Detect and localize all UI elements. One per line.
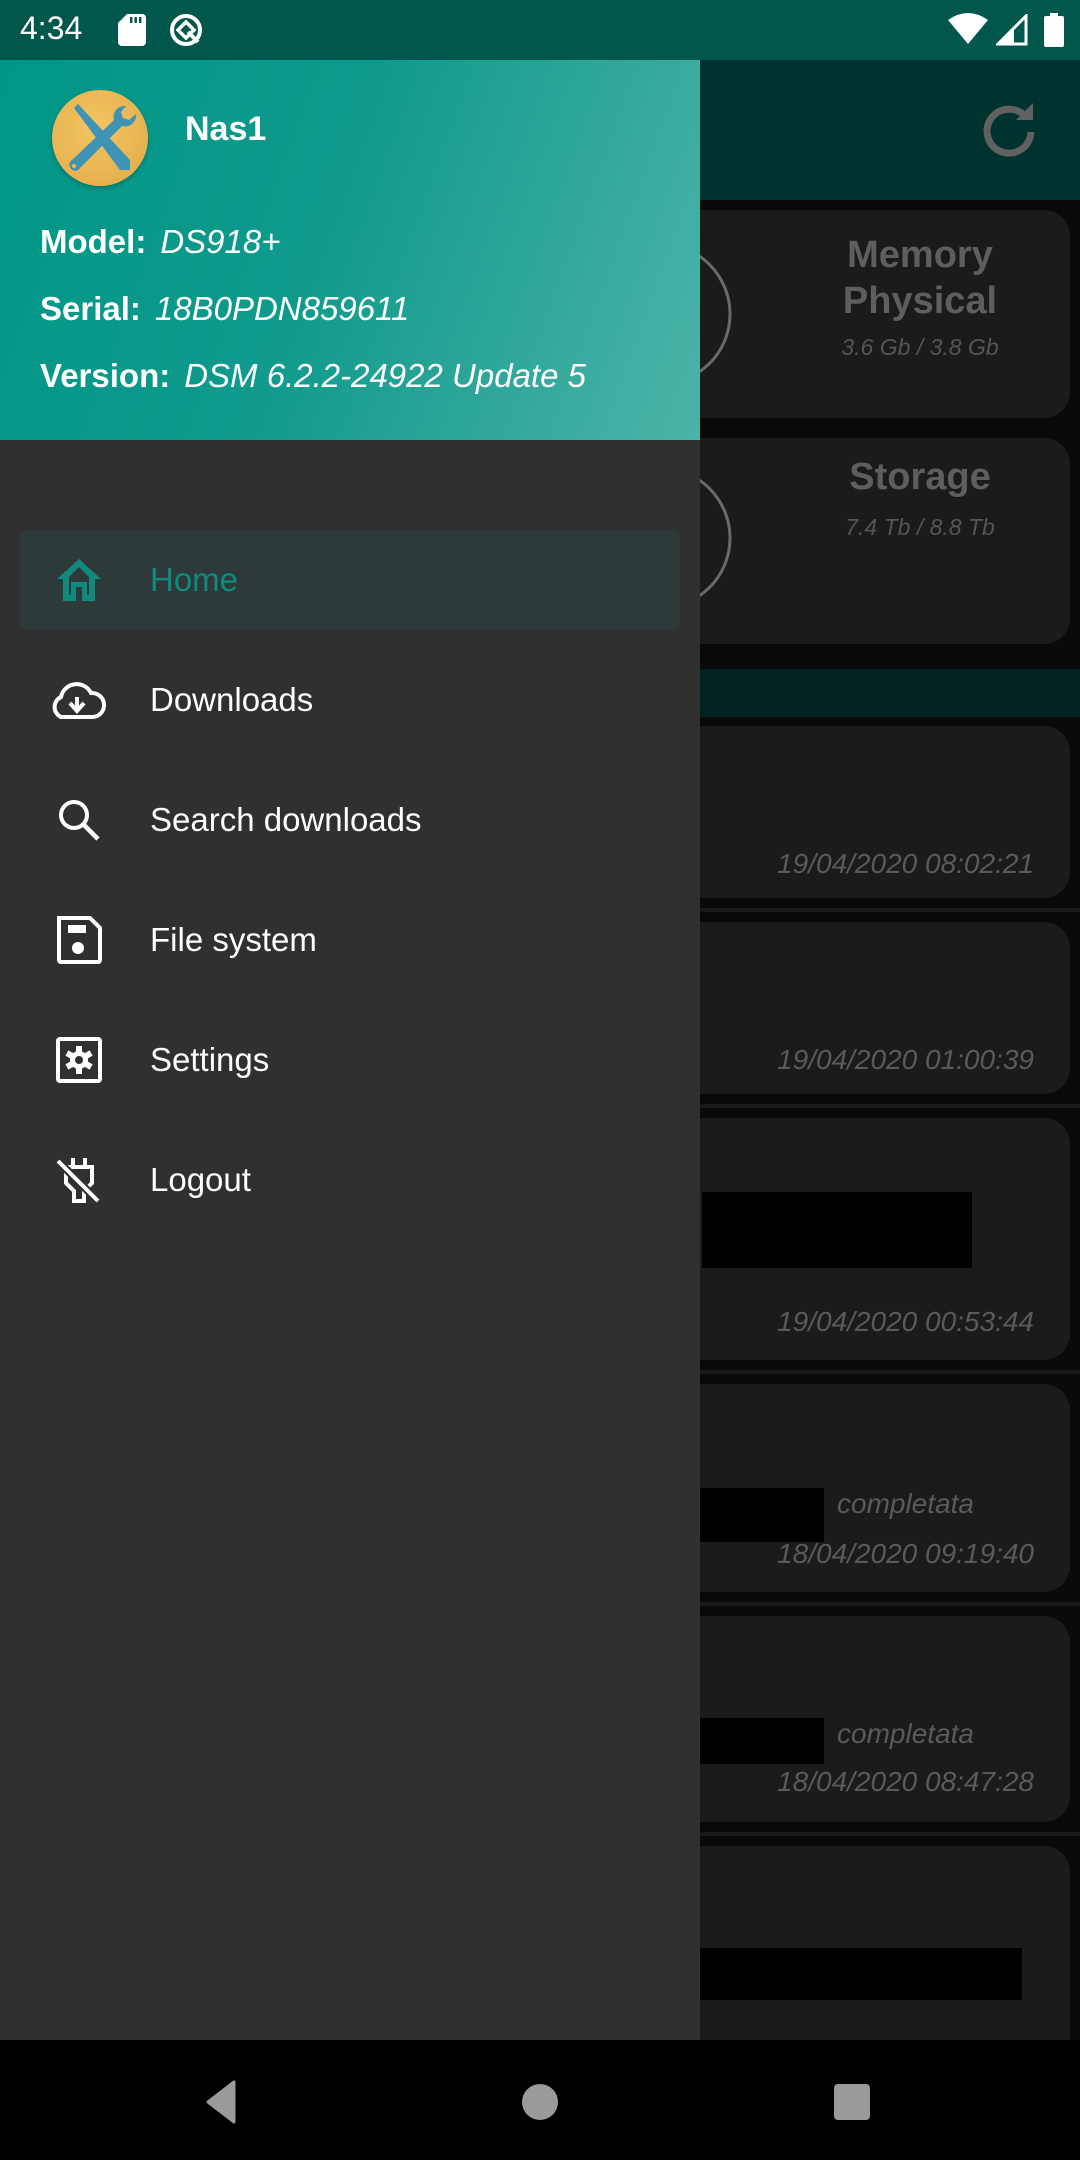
menu-label: Search downloads: [150, 801, 422, 838]
menu-label: File system: [150, 921, 317, 958]
menu-item-settings[interactable]: Settings: [20, 1010, 680, 1110]
info-value: DSM 6.2.2-24922 Update 5: [184, 357, 586, 394]
menu-item-logout[interactable]: Logout: [20, 1130, 680, 1230]
search-icon: [59, 800, 100, 841]
info-label: Version:: [40, 357, 171, 394]
status-bar: 4:34: [0, 0, 1080, 60]
redacted-size: [698, 1718, 824, 1764]
divider: [640, 908, 1080, 912]
info-model: Model: DS918+: [40, 223, 281, 261]
gauge-title: Storage: [849, 456, 991, 498]
redacted-filename: [702, 1192, 972, 1268]
settings-box-icon: [56, 1037, 102, 1083]
menu-item-file-system[interactable]: File system: [20, 890, 680, 990]
download-timestamp: 18/04/2020 09:19:40: [777, 1538, 1034, 1569]
download-card[interactable]: 19/04/2020 08:02:21: [640, 726, 1070, 898]
tools-icon: [52, 90, 148, 186]
info-value: DS918+: [160, 223, 281, 260]
back-icon[interactable]: [200, 2078, 248, 2126]
cell-signal-icon: [996, 14, 1028, 46]
divider: [640, 1832, 1080, 1836]
navigation-drawer: Nas1 Model: DS918+ Serial: 18B0PDN859611 V…: [0, 60, 700, 2040]
downloads-section-header: [640, 669, 1080, 717]
wifi-icon: [948, 13, 988, 44]
device-name: Nas1: [185, 110, 267, 148]
redacted-filename: [700, 1948, 1022, 2000]
download-card[interactable]: 19/04/2020 00:53:44: [640, 1118, 1070, 1360]
download-status: completata: [837, 1488, 974, 1519]
refresh-icon[interactable]: [978, 98, 1040, 160]
gauge-title: Memory Physical: [842, 234, 998, 322]
gauge-value: 3.6 Gb / 3.8 Gb: [841, 334, 999, 360]
download-card[interactable]: completata 18/04/2020 09:19:40: [640, 1384, 1070, 1592]
menu-label: Downloads: [150, 681, 314, 718]
info-label: Model:: [40, 223, 147, 260]
download-status: completata: [837, 1718, 974, 1749]
info-version: Version: DSM 6.2.2-24922 Update 5: [40, 357, 586, 395]
info-label: Serial:: [40, 290, 141, 327]
download-card[interactable]: 19/04/2020 01:00:39: [640, 922, 1070, 1094]
sd-card-icon: [118, 14, 146, 46]
menu-item-downloads[interactable]: Downloads: [20, 650, 680, 750]
q-notification-icon: [170, 14, 202, 46]
menu-label: Logout: [150, 1161, 251, 1198]
divider: [640, 1370, 1080, 1374]
download-timestamp: 19/04/2020 01:00:39: [777, 1044, 1034, 1075]
memory-gauge-card[interactable]: Memory Physical 3.6 Gb / 3.8 Gb: [640, 210, 1070, 418]
drawer-header: Nas1 Model: DS918+ Serial: 18B0PDN859611 V…: [0, 60, 700, 440]
sd-storage-icon: [57, 916, 102, 964]
storage-gauge-card[interactable]: Storage 7.4 Tb / 8.8 Tb: [640, 438, 1070, 644]
battery-icon: [1044, 13, 1064, 47]
home-nav-icon[interactable]: [516, 2078, 564, 2126]
download-timestamp: 19/04/2020 08:02:21: [777, 848, 1034, 879]
download-timestamp: 18/04/2020 08:47:28: [777, 1766, 1034, 1797]
recents-icon[interactable]: [828, 2078, 876, 2126]
download-timestamp: 19/04/2020 00:53:44: [777, 1306, 1034, 1337]
home-icon: [57, 559, 101, 601]
menu-label: Home: [150, 561, 239, 598]
redacted-size: [698, 1488, 824, 1542]
menu-item-search-downloads[interactable]: Search downloads: [20, 770, 680, 870]
divider: [640, 1602, 1080, 1606]
download-card[interactable]: completata 18/04/2020 08:47:28: [640, 1616, 1070, 1822]
cloud-download-icon: [52, 682, 106, 719]
download-card[interactable]: [640, 1846, 1070, 2066]
system-nav-bar: [0, 2040, 1080, 2160]
gauge-value: 7.4 Tb / 8.8 Tb: [845, 514, 995, 540]
power-off-icon: [55, 1158, 101, 1204]
menu-item-home[interactable]: Home: [20, 530, 680, 630]
info-serial: Serial: 18B0PDN859611: [40, 290, 409, 328]
info-value: 18B0PDN859611: [154, 290, 410, 327]
divider: [640, 1104, 1080, 1108]
menu-label: Settings: [150, 1041, 270, 1078]
status-time: 4:34: [20, 10, 83, 46]
